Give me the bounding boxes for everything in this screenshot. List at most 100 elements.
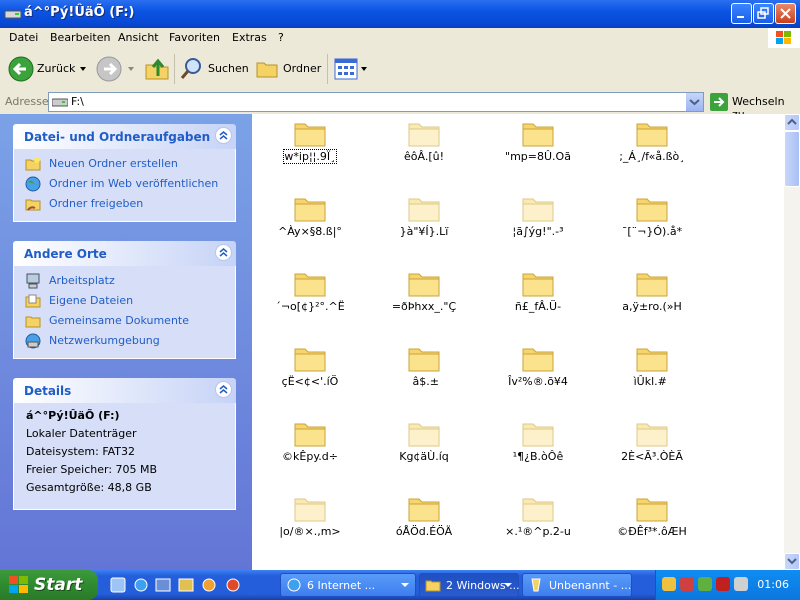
tray-icon[interactable] — [662, 577, 676, 591]
folder-item[interactable]: Îv²%®.õ¥4 — [486, 341, 590, 411]
quicklaunch-icon[interactable] — [225, 577, 241, 593]
folder-item[interactable]: a,ÿ±ro.(»H — [600, 266, 704, 336]
globe-icon — [25, 176, 41, 192]
folder-label: Kg¢äÙ.íq — [399, 450, 449, 463]
folders-button[interactable]: Ordner — [255, 54, 321, 84]
folder-item[interactable]: =ðÞhxx_."Ç — [372, 266, 476, 336]
folder-item[interactable]: Kg¢äÙ.íq — [372, 416, 476, 486]
views-dropdown-icon[interactable] — [361, 67, 367, 71]
place-my-computer[interactable]: Arbeitsplatz — [14, 272, 235, 292]
tray-icon[interactable] — [716, 577, 730, 591]
collapse-button[interactable] — [215, 381, 232, 398]
folder-item[interactable]: ¹¶¿B.òÔê — [486, 416, 590, 486]
folder-icon — [408, 118, 440, 148]
menu-extras[interactable]: Extras — [232, 31, 267, 44]
close-button[interactable] — [775, 3, 796, 24]
media-player-icon[interactable] — [201, 577, 217, 593]
folder-label: ;_Á¸/f«å.ßò¸ — [619, 150, 685, 163]
folder-label: w*ip¦¦.9Ï¸ — [284, 150, 335, 163]
drive-free-space: Freier Speicher: 705 MB — [26, 463, 223, 481]
quicklaunch-icon[interactable] — [110, 577, 126, 593]
menu-favoriten[interactable]: Favoriten — [169, 31, 220, 44]
menu-help[interactable]: ? — [278, 31, 284, 44]
folder-item[interactable]: óÅÖd.ÉÖÄ — [372, 491, 476, 561]
up-folder-button[interactable] — [144, 54, 172, 84]
place-my-documents[interactable]: Eigene Dateien — [14, 292, 235, 312]
forward-button[interactable] — [96, 54, 136, 84]
panel-header[interactable]: Andere Orte — [13, 241, 236, 266]
scroll-thumb[interactable] — [784, 131, 800, 187]
views-button[interactable] — [334, 54, 370, 84]
share-folder-icon — [25, 196, 41, 212]
folder-item[interactable]: 2È<Ã³.ÒÈÃ — [600, 416, 704, 486]
panel-title: Andere Orte — [24, 247, 107, 261]
windows-flag-icon — [7, 573, 31, 597]
folder-item[interactable]: ×.¹®^p.2-u — [486, 491, 590, 561]
folder-item[interactable]: w*ip¦¦.9Ï¸ — [258, 116, 362, 186]
folder-icon — [522, 193, 554, 223]
minimize-button[interactable] — [731, 3, 752, 24]
quicklaunch-icon[interactable] — [178, 577, 194, 593]
folder-item[interactable]:  â$.± — [372, 341, 476, 411]
tray-icon[interactable] — [680, 577, 694, 591]
panel-header[interactable]: Details — [13, 378, 236, 403]
folder-view[interactable]: w*ip¦¦.9Ï¸ êôÂ.[û! "mp=8Û.Oã ;_… — [252, 114, 784, 570]
place-network[interactable]: Netzwerkumgebung — [14, 332, 235, 352]
back-button[interactable]: Zurück — [6, 54, 92, 84]
panel-header[interactable]: Datei- und Ordneraufgaben — [13, 124, 236, 149]
folder-item[interactable]: ©kÊpy.d÷ — [258, 416, 362, 486]
address-input[interactable]: F:\ — [48, 92, 704, 112]
maximize-button[interactable] — [753, 3, 774, 24]
quicklaunch-icon[interactable] — [155, 577, 171, 593]
folders-icon — [255, 57, 279, 81]
folder-item[interactable]: ¦ã∫ýg!".-³ — [486, 191, 590, 261]
task-new-folder[interactable]: Neuen Ordner erstellen — [14, 155, 235, 175]
vertical-scrollbar[interactable] — [784, 114, 800, 570]
folder-item[interactable]: ^Ày×§8.ß|° — [258, 191, 362, 261]
folder-icon — [636, 343, 668, 373]
folder-item[interactable]: |o/®×.,m> — [258, 491, 362, 561]
folder-item[interactable]: êôÂ.[û! — [372, 116, 476, 186]
back-dropdown-icon[interactable] — [80, 67, 86, 71]
tray-icon[interactable] — [734, 577, 748, 591]
search-button[interactable]: Suchen — [180, 54, 250, 84]
folder-item[interactable]: ©ÐÊf³*.ôÆH — [600, 491, 704, 561]
folder-item[interactable]: ñ£_fÂ.Ü- — [486, 266, 590, 336]
task-publish-web[interactable]: Ordner im Web veröffentlichen — [14, 175, 235, 195]
scroll-up-button[interactable] — [784, 114, 800, 131]
taskbar-button-internet[interactable]: 6 Internet ... — [280, 573, 416, 597]
folder-item[interactable]: çË<¢<'.íÖ — [258, 341, 362, 411]
folder-item[interactable]: ´¬o[¢}²°.^Ë — [258, 266, 362, 336]
menu-datei[interactable]: Datei — [9, 31, 38, 44]
collapse-button[interactable] — [215, 244, 232, 261]
network-icon — [25, 333, 41, 349]
folder-icon — [522, 118, 554, 148]
task-share-folder[interactable]: Ordner freigeben — [14, 195, 235, 215]
place-shared-documents[interactable]: Gemeinsame Dokumente — [14, 312, 235, 332]
forward-dropdown-icon[interactable] — [128, 67, 134, 71]
address-dropdown-button[interactable] — [686, 93, 703, 111]
start-button[interactable]: Start — [0, 570, 98, 600]
folder-label: }à"¥Í}.Lï — [400, 225, 449, 238]
folder-label: ©kÊpy.d÷ — [282, 450, 338, 463]
folder-label: ×.¹®^p.2-u — [505, 525, 571, 538]
menu-bearbeiten[interactable]: Bearbeiten — [50, 31, 110, 44]
go-button[interactable]: Wechseln zu — [708, 93, 800, 111]
scroll-down-button[interactable] — [784, 553, 800, 570]
folder-icon — [522, 493, 554, 523]
ie-icon[interactable] — [133, 577, 149, 593]
chevron-down-icon — [401, 583, 409, 587]
tray-icon[interactable] — [698, 577, 712, 591]
collapse-button[interactable] — [215, 127, 232, 144]
folder-item[interactable]: ìÛkl.#  — [600, 341, 704, 411]
task-pane: Datei- und Ordneraufgaben Neuen Ordner e… — [0, 114, 252, 570]
menu-ansicht[interactable]: Ansicht — [118, 31, 159, 44]
folder-item[interactable]: ;_Á¸/f«å.ßò¸ — [600, 116, 704, 186]
folder-item[interactable]: }à"¥Í}.Lï — [372, 191, 476, 261]
taskbar-button-paint[interactable]: Unbenannt - ... — [522, 573, 632, 597]
folder-item[interactable]: ¯[¨¬}Ó).å* — [600, 191, 704, 261]
folder-label: Îv²%®.õ¥4 — [508, 375, 568, 388]
title-bar[interactable]: á^°Pý!ÛäÕ (F:) — [0, 0, 800, 28]
folder-item[interactable]: "mp=8Û.Oã — [486, 116, 590, 186]
taskbar-button-windows[interactable]: 2 Windows ... — [419, 573, 519, 597]
